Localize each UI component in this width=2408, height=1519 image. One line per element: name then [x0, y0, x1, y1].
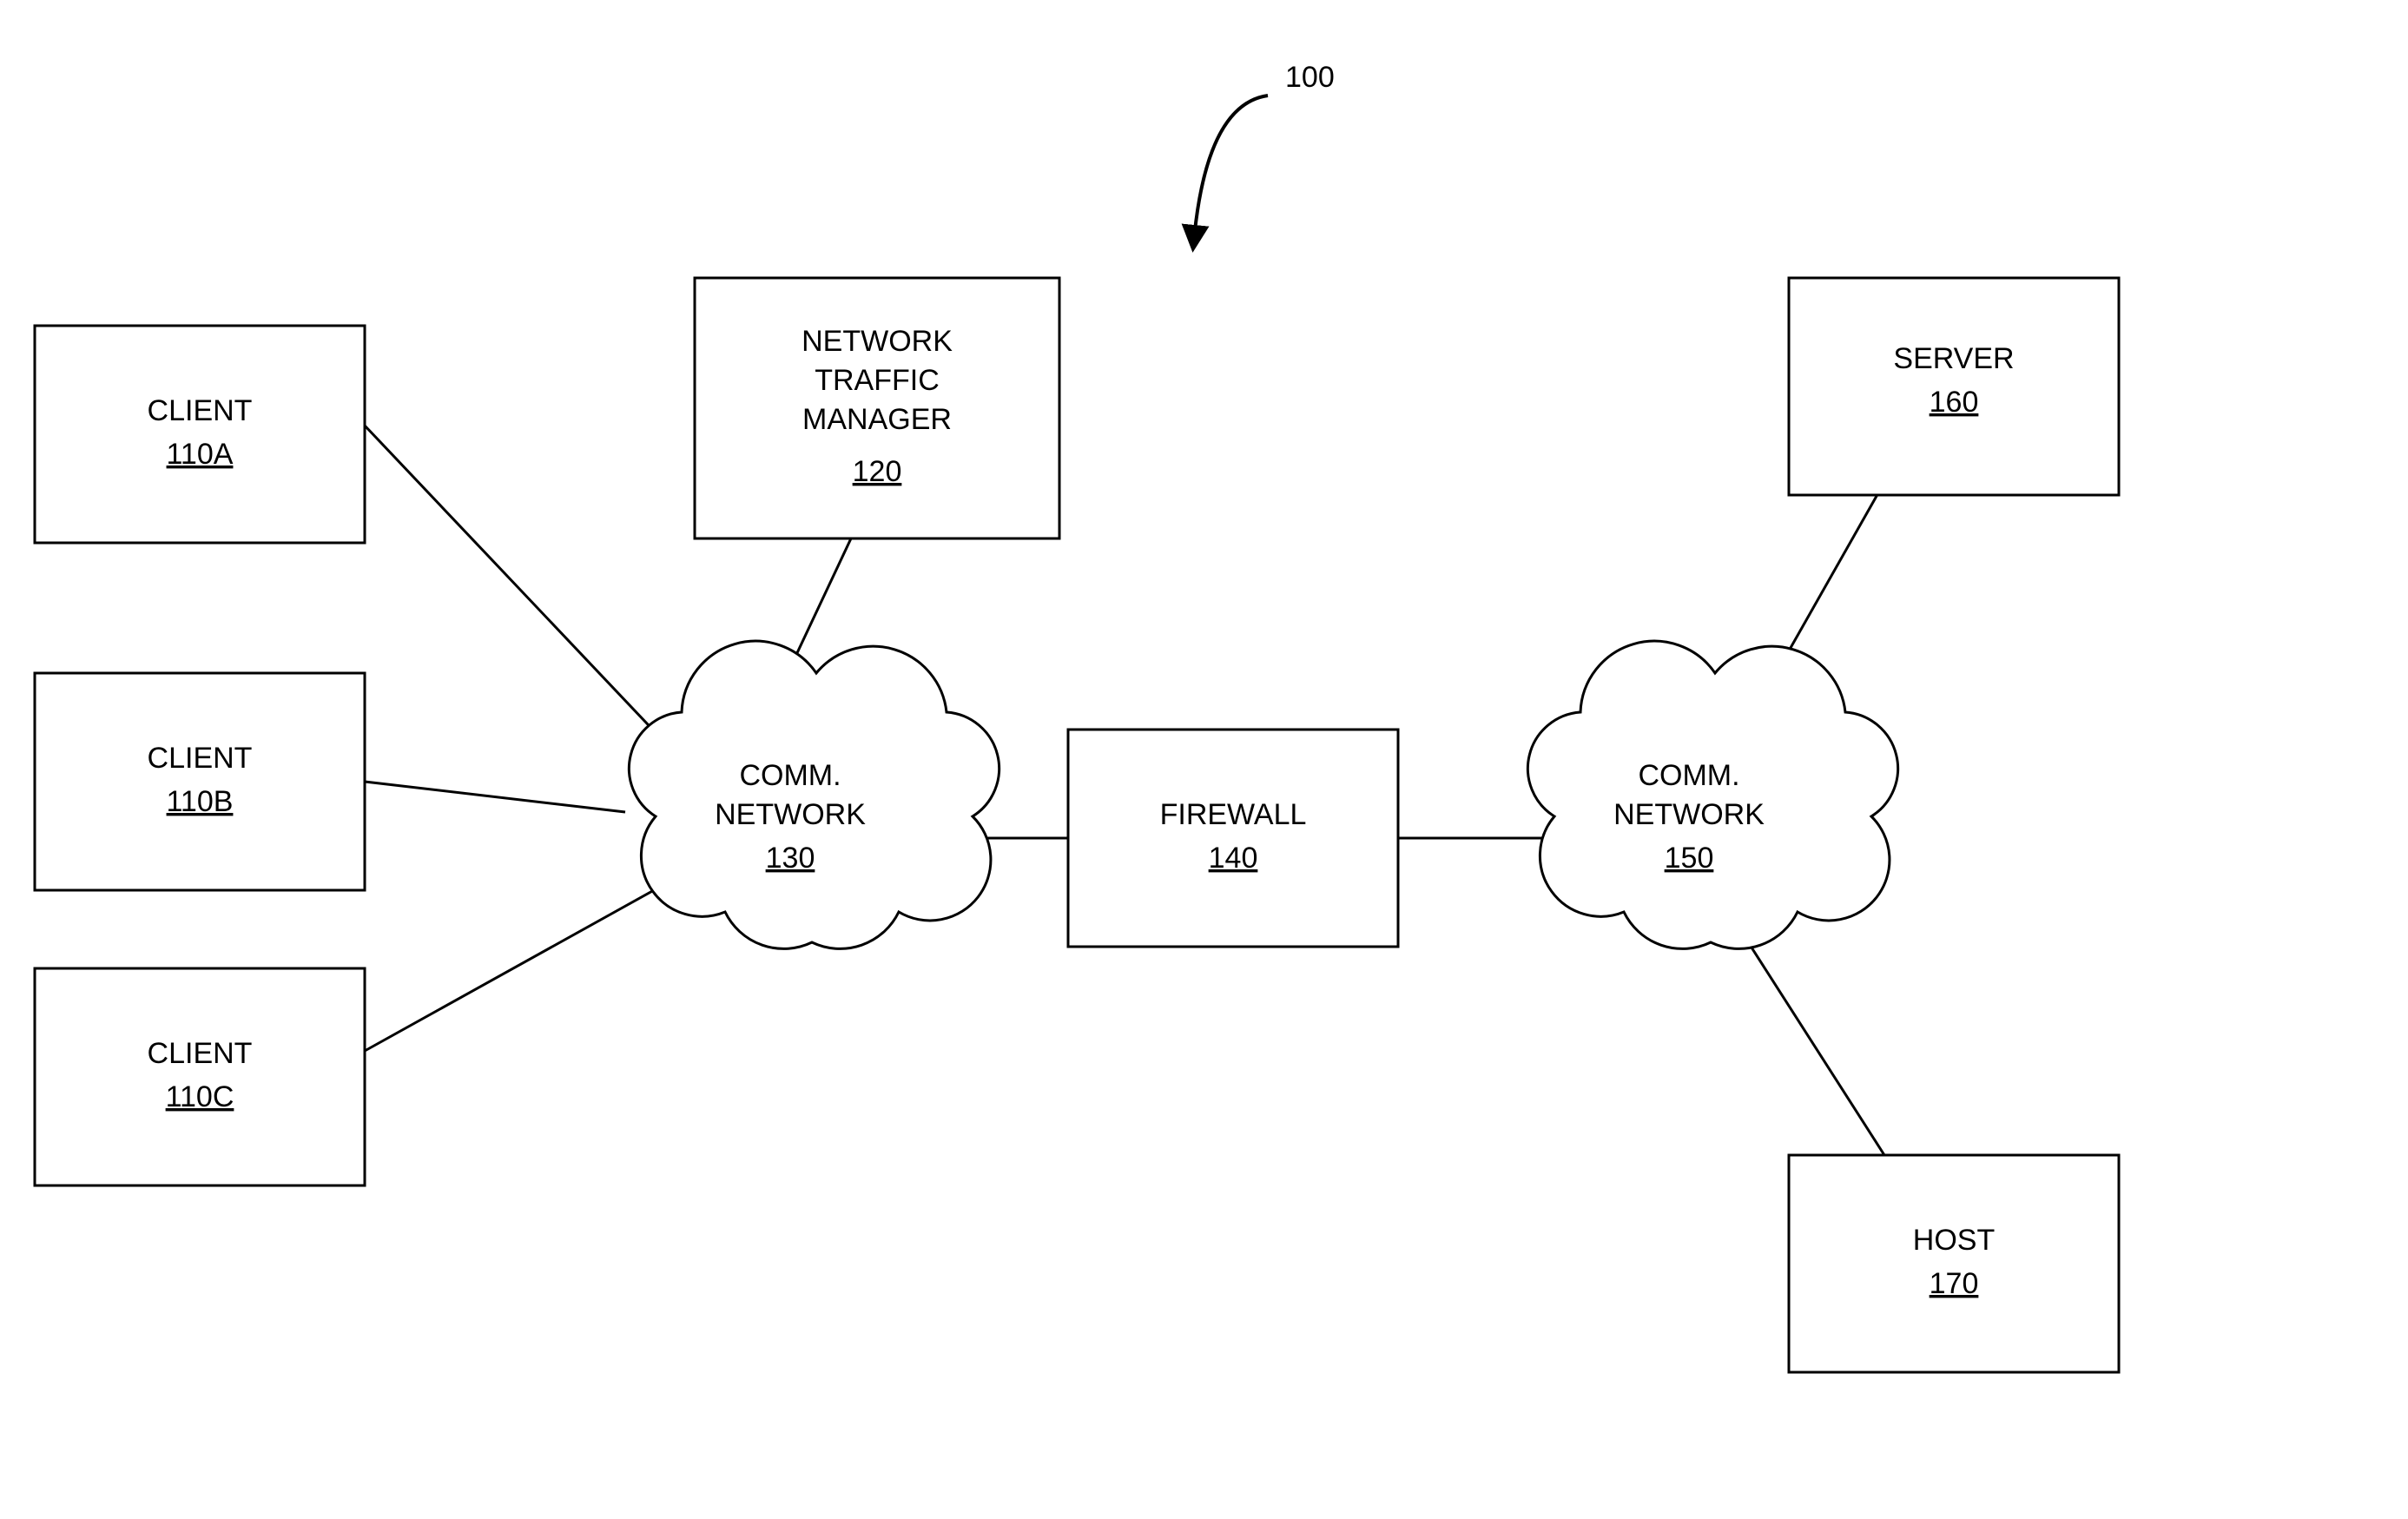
node-client-b: CLIENT 110B	[35, 673, 365, 890]
node-firewall-label: FIREWALL	[1160, 798, 1307, 831]
node-net2: COMM. NETWORK 150	[1527, 641, 1897, 948]
node-client-b-ref: 110B	[167, 785, 234, 818]
network-diagram: 100 CLIENT 110A CLIENT 110B CLIENT 110C	[0, 0, 2408, 1519]
node-ntm-line3: MANAGER	[802, 403, 952, 436]
node-host: HOST 170	[1789, 1155, 2119, 1372]
node-ntm-line1: NETWORK	[802, 325, 953, 358]
cloud-icon	[629, 641, 999, 948]
edge-clientA-net1	[365, 426, 677, 756]
node-client-c: CLIENT 110C	[35, 968, 365, 1185]
edge-clientC-net1	[365, 877, 677, 1051]
node-net2-line2: NETWORK	[1613, 798, 1765, 831]
node-ntm: NETWORK TRAFFIC MANAGER 120	[695, 278, 1059, 538]
node-net2-ref: 150	[1665, 842, 1714, 875]
node-client-a-ref: 110A	[167, 438, 234, 471]
node-net1-line2: NETWORK	[715, 798, 866, 831]
node-server: SERVER 160	[1789, 278, 2119, 495]
cloud-icon	[1527, 641, 1897, 948]
node-ntm-line2: TRAFFIC	[815, 364, 940, 397]
node-server-label: SERVER	[1893, 342, 2014, 375]
node-client-a: CLIENT 110A	[35, 326, 365, 543]
figure-ref: 100	[1194, 61, 1335, 239]
node-host-label: HOST	[1913, 1224, 1995, 1257]
node-net2-line1: COMM.	[1638, 759, 1739, 792]
node-ntm-ref: 120	[853, 455, 902, 488]
node-firewall: FIREWALL 140	[1068, 730, 1398, 947]
node-host-ref: 170	[1930, 1267, 1979, 1300]
node-net1-line1: COMM.	[739, 759, 841, 792]
node-firewall-ref: 140	[1209, 842, 1258, 875]
edge-net2-host	[1745, 938, 1884, 1155]
node-server-ref: 160	[1930, 386, 1979, 419]
node-client-b-label: CLIENT	[148, 742, 253, 775]
node-net1-ref: 130	[766, 842, 815, 875]
node-client-a-label: CLIENT	[148, 394, 253, 427]
edge-clientB-net1	[365, 782, 625, 812]
node-client-c-ref: 110C	[166, 1080, 234, 1113]
node-client-c-label: CLIENT	[148, 1037, 253, 1070]
node-net1: COMM. NETWORK 130	[629, 641, 999, 948]
figure-ref-label: 100	[1285, 61, 1335, 94]
